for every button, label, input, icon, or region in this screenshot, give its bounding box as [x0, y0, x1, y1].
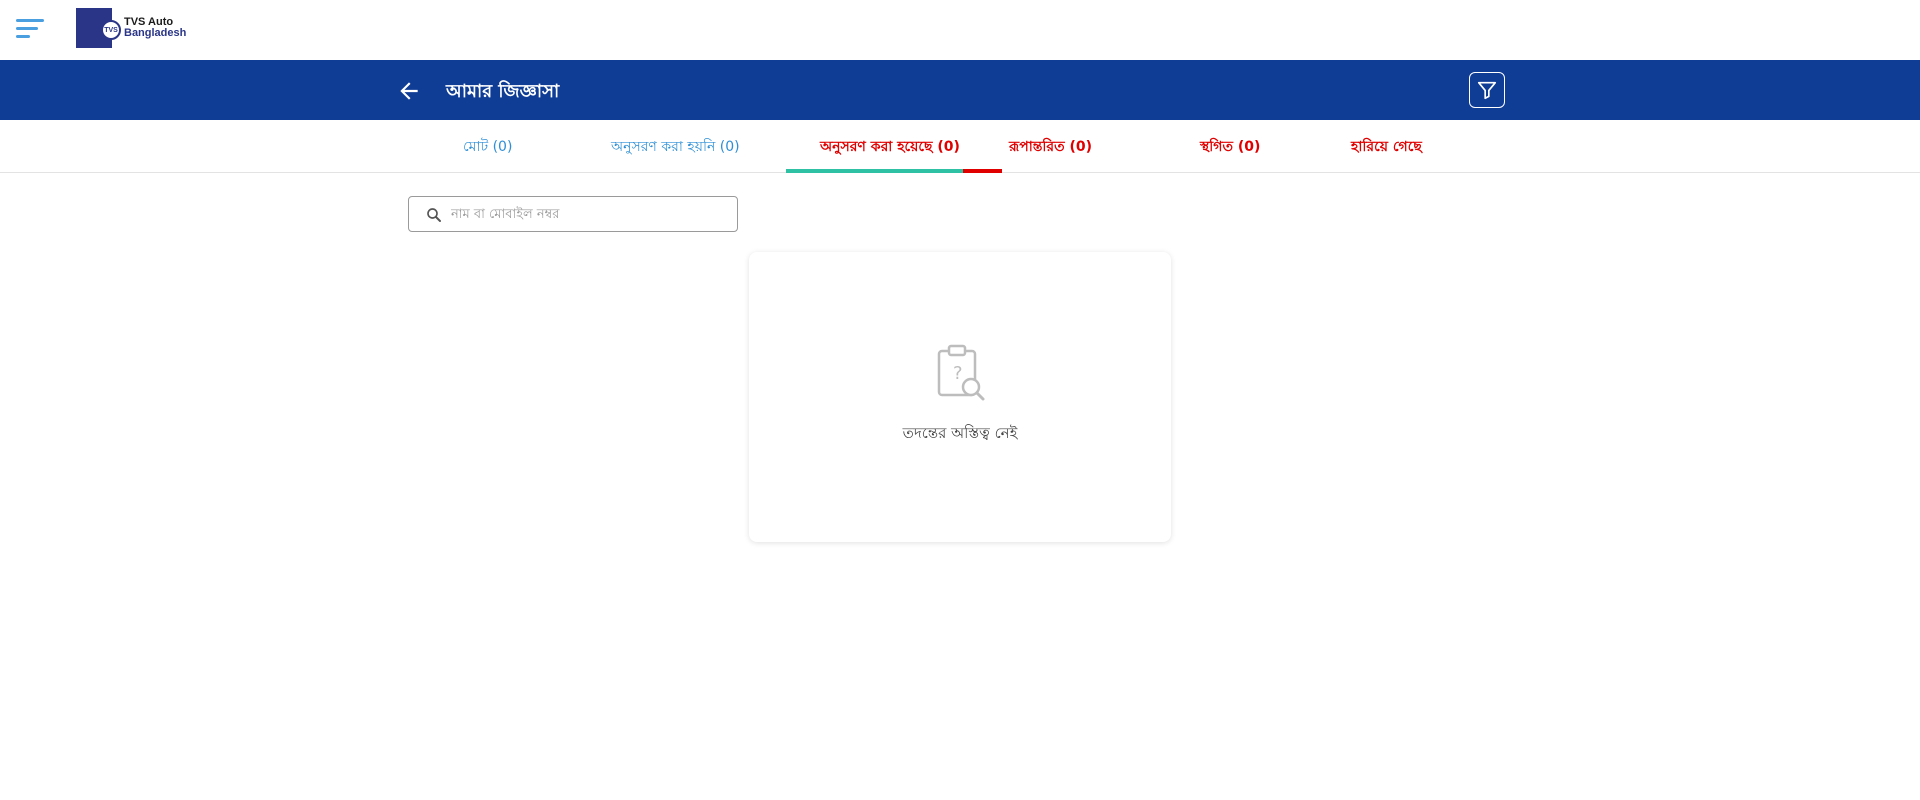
filter-button[interactable]: [1469, 72, 1505, 108]
logo-text: TVS Auto Bangladesh: [124, 17, 186, 39]
search-icon: [427, 208, 441, 222]
tab-total[interactable]: মোট (0): [463, 135, 512, 159]
logo-badge: TVS: [101, 20, 121, 40]
logo-mark: TVS: [76, 8, 121, 48]
clipboard-search-icon: ?: [937, 344, 985, 401]
logo-line2: Bangladesh: [124, 27, 187, 39]
logo[interactable]: TVS TVS Auto Bangladesh: [76, 8, 196, 48]
tab-converted[interactable]: রূপান্তরিত (0): [1009, 135, 1092, 159]
tab-indicator-highlight: [963, 169, 1002, 173]
tab-lost[interactable]: হারিয়ে গেছে: [1351, 135, 1422, 159]
empty-state-card: ? তদন্তের অস্তিত্ব নেই: [749, 252, 1171, 542]
page-header: আমার জিজ্ঞাসা: [0, 60, 1920, 120]
search-box: [408, 196, 738, 232]
page-title: আমার জিজ্ঞাসা: [446, 81, 560, 102]
menu-icon[interactable]: [16, 18, 44, 42]
back-arrow-icon[interactable]: [396, 78, 422, 104]
svg-text:?: ?: [953, 363, 963, 384]
search-input[interactable]: [451, 201, 731, 227]
active-tab-indicator: [786, 169, 963, 173]
tab-postponed[interactable]: স্থগিত (0): [1200, 135, 1260, 159]
top-bar: TVS TVS Auto Bangladesh: [0, 0, 1920, 60]
filter-icon: [1477, 81, 1497, 100]
tab-followed[interactable]: অনুসরণ করা হয়েছে (0): [820, 135, 960, 159]
status-tabs: মোট (0) অনুসরণ করা হয়নি (0) অনুসরণ করা …: [0, 120, 1920, 173]
tab-not-followed[interactable]: অনুসরণ করা হয়নি (0): [611, 135, 740, 159]
empty-state-message: তদন্তের অস্তিত্ব নেই: [902, 424, 1018, 442]
